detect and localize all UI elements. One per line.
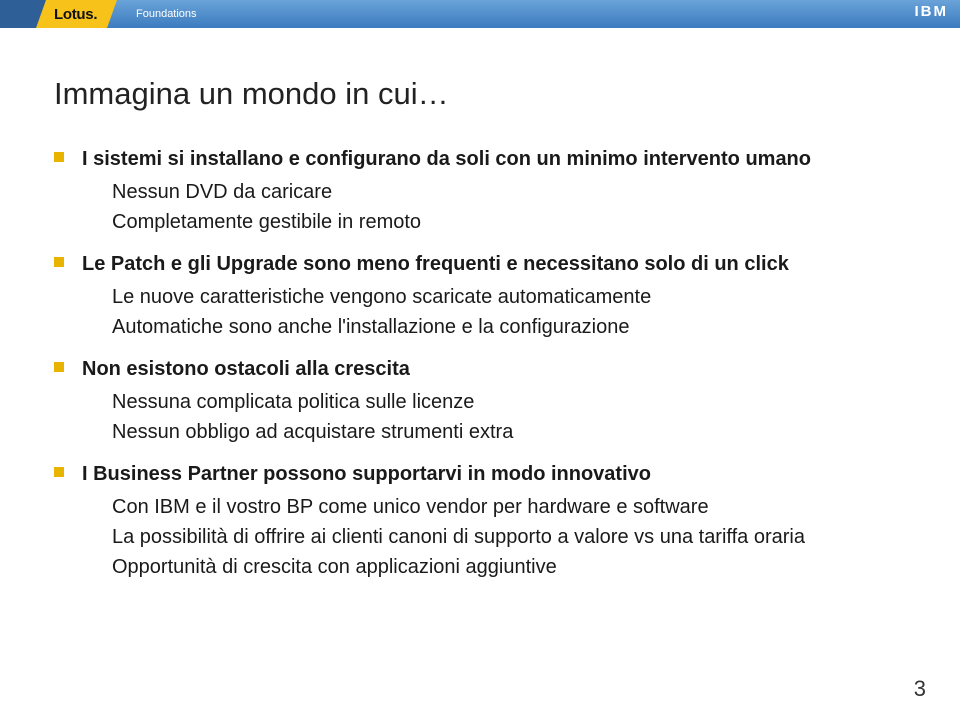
bullet-list: I sistemi si installano e configurano da…	[54, 146, 906, 582]
bullet-item: Le Patch e gli Upgrade sono meno frequen…	[54, 251, 906, 342]
bullet-sub: Nessun DVD da caricare	[82, 177, 906, 207]
bullet-main: I sistemi si installano e configurano da…	[82, 146, 906, 173]
bullet-item: Non esistono ostacoli alla crescita Ness…	[54, 356, 906, 447]
bullet-sub: Nessuna complicata politica sulle licenz…	[82, 387, 906, 417]
bullet-sub: Con IBM e il vostro BP come unico vendor…	[82, 492, 906, 522]
bullet-sub: Opportunità di crescita con applicazioni…	[82, 552, 906, 582]
bullet-sub: Le nuove caratteristiche vengono scarica…	[82, 282, 906, 312]
bullet-sub: Nessun obbligo ad acquistare strumenti e…	[82, 417, 906, 447]
slide-title: Immagina un mondo in cui…	[54, 76, 906, 112]
slide-content: Immagina un mondo in cui… I sistemi si i…	[0, 28, 960, 616]
bullet-item: I sistemi si installano e configurano da…	[54, 146, 906, 237]
lotus-label: Lotus.	[54, 6, 97, 23]
page-number: 3	[914, 676, 926, 702]
bullet-subs: Con IBM e il vostro BP come unico vendor…	[82, 492, 906, 582]
bullet-sub: Automatiche sono anche l'installazione e…	[82, 312, 906, 342]
header-bar: Lotus. Foundations IBM	[0, 0, 960, 28]
lotus-badge: Lotus.	[46, 0, 107, 28]
bullet-main: I Business Partner possono supportarvi i…	[82, 461, 906, 488]
bullet-main: Non esistono ostacoli alla crescita	[82, 356, 906, 383]
bullet-subs: Nessun DVD da caricare Completamente ges…	[82, 177, 906, 237]
bullet-subs: Nessuna complicata politica sulle licenz…	[82, 387, 906, 447]
bullet-item: I Business Partner possono supportarvi i…	[54, 461, 906, 582]
bullet-sub: La possibilità di offrire ai clienti can…	[82, 522, 906, 552]
bullet-subs: Le nuove caratteristiche vengono scarica…	[82, 282, 906, 342]
bullet-sub: Completamente gestibile in remoto	[82, 207, 906, 237]
ibm-logo: IBM	[915, 3, 949, 20]
foundations-label: Foundations	[128, 0, 197, 28]
bullet-main: Le Patch e gli Upgrade sono meno frequen…	[82, 251, 906, 278]
